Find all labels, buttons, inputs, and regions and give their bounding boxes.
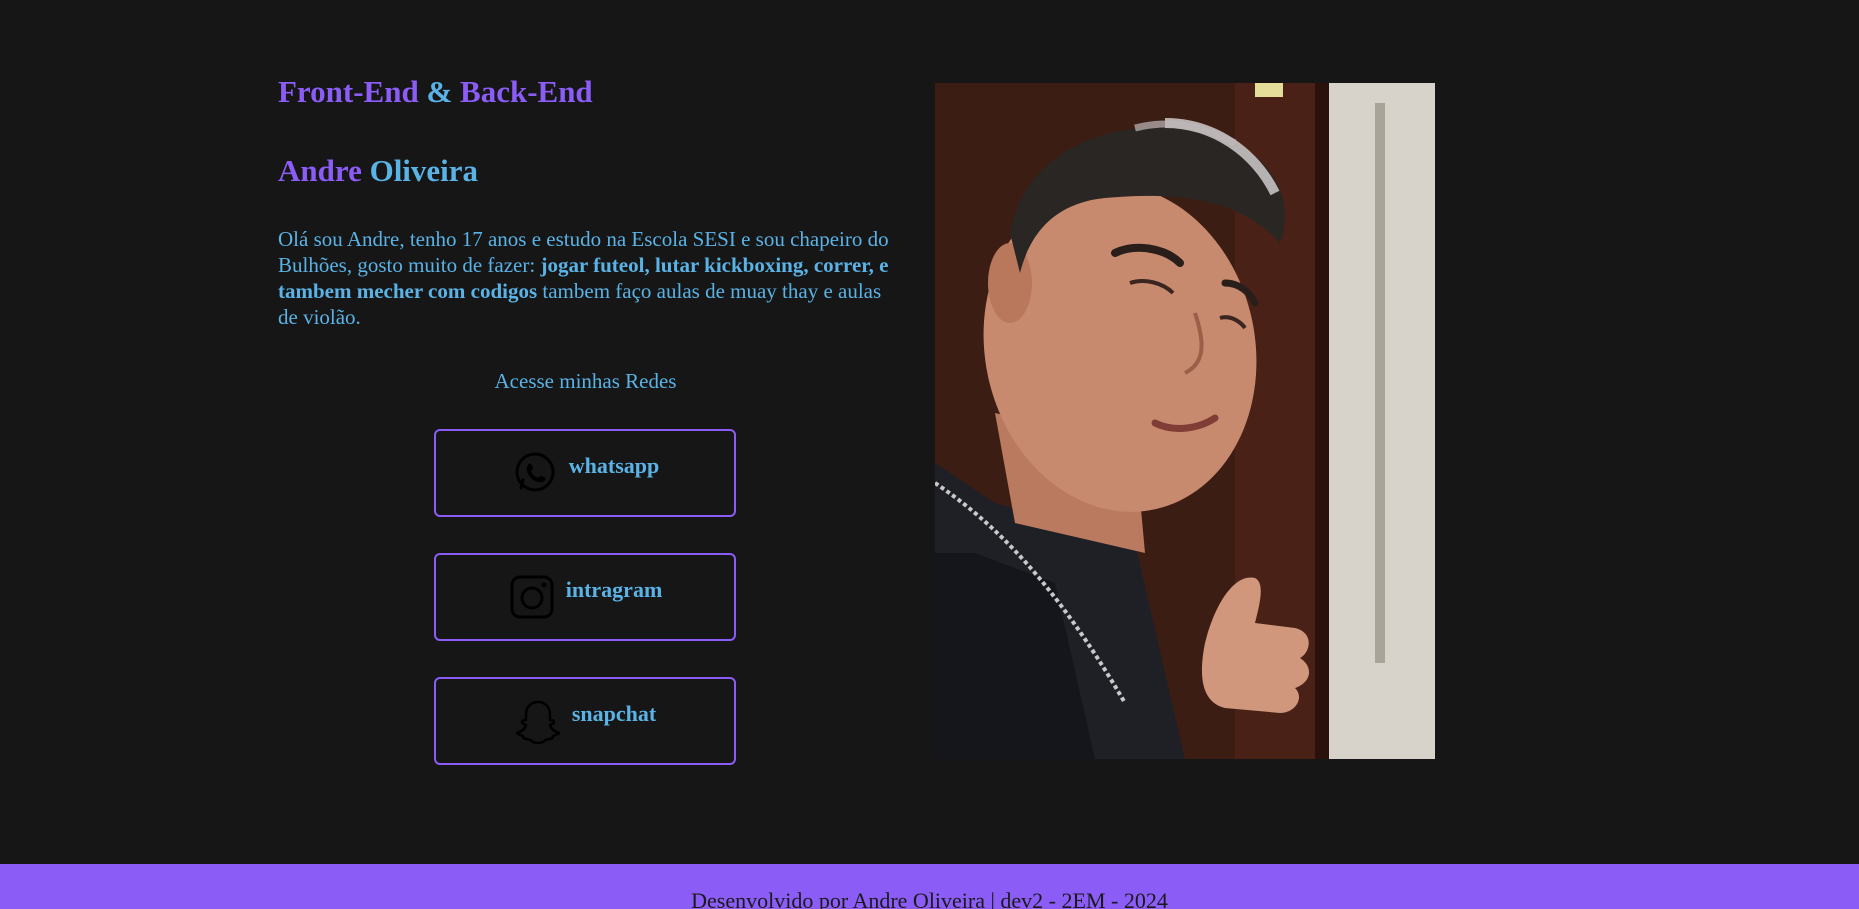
snapchat-icon	[514, 697, 562, 745]
profile-name: Andre Oliveira	[278, 149, 478, 193]
footer: Desenvolvido por Andre Oliveira | dev2 -…	[0, 864, 1859, 909]
instagram-label: intragram	[565, 577, 663, 602]
first-name: Andre	[278, 153, 362, 188]
whatsapp-icon	[511, 449, 559, 497]
profile-photo	[935, 83, 1435, 759]
footer-text: Desenvolvido por Andre Oliveira | dev2 -…	[691, 888, 1168, 909]
social-title: Acesse minhas Redes	[494, 369, 677, 393]
snapchat-label: snapchat	[571, 701, 657, 726]
instagram-icon	[508, 573, 556, 621]
bio-text: Olá sou Andre, tenho 17 anos e estudo na…	[278, 226, 898, 330]
role-amp: &	[426, 74, 453, 109]
whatsapp-label: whatsapp	[568, 453, 660, 478]
role-back: Back-End	[460, 74, 593, 109]
last-name: Oliveira	[369, 153, 479, 188]
instagram-button[interactable]: intragram	[434, 553, 736, 641]
role-heading: Front-End & Back-End	[278, 70, 898, 114]
whatsapp-button[interactable]: whatsapp	[434, 429, 736, 517]
role-front: Front-End	[278, 74, 419, 109]
page: Front-End & Back-End Andre Oliveira Olá …	[0, 0, 1859, 909]
intro-section: Front-End & Back-End Andre Oliveira Olá …	[278, 70, 898, 765]
snapchat-button[interactable]: snapchat	[434, 677, 736, 765]
